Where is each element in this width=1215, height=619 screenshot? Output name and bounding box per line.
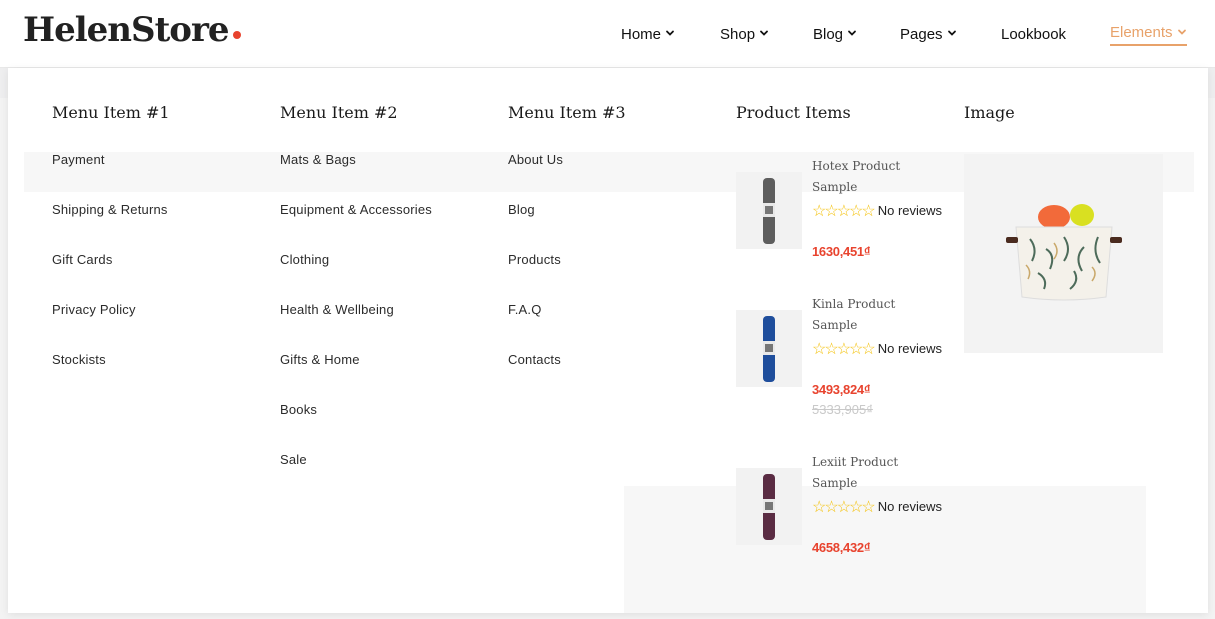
menu-link[interactable]: Equipment & Accessories xyxy=(280,201,432,251)
yoga-mat-image xyxy=(763,473,775,540)
menu-link-label: Blog xyxy=(508,202,535,217)
nav-item-home[interactable]: Home xyxy=(621,22,675,46)
menu-link-label: Products xyxy=(508,252,561,267)
menu-link-label: Shipping & Returns xyxy=(52,202,168,217)
menu-link-label: Payment xyxy=(52,152,105,167)
menu-link[interactable]: About Us xyxy=(508,151,626,201)
product-price: 1630,451₫ xyxy=(812,244,871,259)
menu-link[interactable]: Health & Wellbeing xyxy=(280,301,432,351)
menu-link[interactable]: Stockists xyxy=(52,351,170,401)
product-thumbnail[interactable] xyxy=(736,172,802,249)
review-count: No reviews xyxy=(877,499,943,514)
menu-column-2-title: Menu Item #2 xyxy=(280,103,398,122)
menu-link[interactable]: Clothing xyxy=(280,251,432,301)
nav-item-pages[interactable]: Pages xyxy=(900,22,957,46)
menu-link[interactable]: F.A.Q xyxy=(508,301,626,351)
product-rating: ☆☆☆☆☆ No reviews xyxy=(812,339,942,360)
nav-item-label: Shop xyxy=(720,25,756,43)
menu-link-label: Contacts xyxy=(508,352,561,367)
nav-item-label: Elements xyxy=(1110,24,1173,41)
basket-image[interactable] xyxy=(964,154,1163,353)
main-nav: Home Shop Blog Pages Lookbook Elements xyxy=(0,22,1215,46)
product-name[interactable]: Hotex Product Sample xyxy=(812,156,922,198)
yoga-mat-image xyxy=(763,177,775,244)
product-thumbnail[interactable] xyxy=(736,310,802,387)
menu-link[interactable]: Payment xyxy=(52,151,170,201)
menu-link-label: About Us xyxy=(508,152,564,167)
product-rating: ☆☆☆☆☆ No reviews xyxy=(812,201,942,222)
chevron-down-icon xyxy=(1177,29,1186,35)
menu-link-label: Stockists xyxy=(52,352,106,367)
menu-link[interactable]: Gifts & Home xyxy=(280,351,432,401)
mega-menu-panel: Menu Item #1 Payment Shipping & Returns Gi… xyxy=(8,68,1208,613)
nav-item-shop[interactable]: Shop xyxy=(720,22,769,46)
menu-column-3-title: Menu Item #3 xyxy=(508,103,626,122)
menu-link-label: F.A.Q xyxy=(508,302,542,317)
menu-link-label: Mats & Bags xyxy=(280,152,356,167)
nav-item-label: Lookbook xyxy=(1001,25,1067,43)
product-items-title: Product Items xyxy=(736,103,851,122)
nav-item-elements[interactable]: Elements xyxy=(1110,22,1187,46)
menu-column-1: Menu Item #1 Payment Shipping & Returns Gi… xyxy=(52,102,170,401)
product-thumbnail[interactable] xyxy=(736,468,802,545)
menu-column-3-links: About Us Blog Products F.A.Q Contacts xyxy=(508,151,626,401)
product-items-column: Product Items xyxy=(736,102,851,124)
menu-link[interactable]: Contacts xyxy=(508,351,626,401)
menu-link[interactable]: Privacy Policy xyxy=(52,301,170,351)
menu-column-3: Menu Item #3 About Us Blog Products F.A.Q Co… xyxy=(508,102,626,401)
star-rating-icon: ☆☆☆☆☆ xyxy=(812,341,876,358)
product-price: 3493,824₫ xyxy=(812,382,871,397)
nav-item-label: Home xyxy=(621,25,662,43)
star-rating-icon: ☆☆☆☆☆ xyxy=(812,203,876,220)
product-name[interactable]: Kinla Product Sample xyxy=(812,294,922,336)
menu-column-2: Menu Item #2 Mats & Bags Equipment & Acce… xyxy=(280,102,432,501)
menu-link[interactable]: Products xyxy=(508,251,626,301)
menu-link-label: Equipment & Accessories xyxy=(280,202,433,217)
nav-item-lookbook[interactable]: Lookbook xyxy=(1001,22,1066,46)
nav-item-blog[interactable]: Blog xyxy=(813,22,857,46)
site-header: HelenStore Home Shop Blog Pages Lookbook Elem… xyxy=(0,0,1215,68)
menu-column-2-links: Mats & Bags Equipment & Accessories Clothi… xyxy=(280,151,432,501)
image-column-title: Image xyxy=(964,103,1015,122)
image-column: Image xyxy=(964,102,1015,124)
product-card: Lexiit Product Sample ☆☆☆☆☆ No reviews 46… xyxy=(736,452,942,562)
menu-link[interactable]: Shipping & Returns xyxy=(52,201,170,251)
menu-column-1-links: Payment Shipping & Returns Gift Cards Priva… xyxy=(52,151,170,401)
chevron-down-icon xyxy=(848,30,856,36)
nav-item-label: Blog xyxy=(813,25,844,43)
menu-link-label: Privacy Policy xyxy=(52,302,136,317)
menu-link[interactable]: Gift Cards xyxy=(52,251,170,301)
menu-link[interactable]: Sale xyxy=(280,451,432,501)
menu-link-label: Sale xyxy=(280,452,307,467)
basket-illustration xyxy=(1005,203,1122,300)
review-count: No reviews xyxy=(877,203,943,218)
chevron-down-icon xyxy=(760,30,768,36)
menu-link[interactable]: Blog xyxy=(508,201,626,251)
menu-link-label: Clothing xyxy=(280,252,330,267)
menu-link-label: Health & Wellbeing xyxy=(280,302,394,317)
product-rating: ☆☆☆☆☆ No reviews xyxy=(812,497,942,518)
yoga-mat-image xyxy=(763,315,775,382)
menu-link[interactable]: Books xyxy=(280,401,432,451)
menu-column-1-title: Menu Item #1 xyxy=(52,103,170,122)
product-name[interactable]: Lexiit Product Sample xyxy=(812,452,922,494)
menu-link-label: Books xyxy=(280,402,318,417)
chevron-down-icon xyxy=(666,30,674,36)
product-price: 4658,432₫ xyxy=(812,540,871,555)
product-card: Kinla Product Sample ☆☆☆☆☆ No reviews 349… xyxy=(736,294,942,417)
menu-link[interactable]: Mats & Bags xyxy=(280,151,432,201)
star-rating-icon: ☆☆☆☆☆ xyxy=(812,499,876,516)
menu-link-label: Gift Cards xyxy=(52,252,113,267)
review-count: No reviews xyxy=(877,341,943,356)
menu-link-label: Gifts & Home xyxy=(280,352,360,367)
product-card: Hotex Product Sample ☆☆☆☆☆ No reviews 163… xyxy=(736,156,942,266)
chevron-down-icon xyxy=(947,30,956,36)
product-old-price: 5333,905₫ xyxy=(812,402,873,417)
nav-item-label: Pages xyxy=(900,25,943,43)
